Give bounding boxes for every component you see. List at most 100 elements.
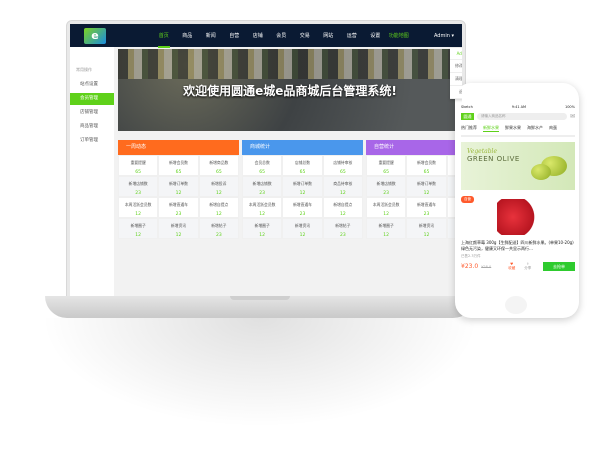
stat-cell[interactable]: 新增订单数 12 — [406, 176, 447, 197]
stat-cell[interactable]: 新增圈子 12 — [242, 218, 283, 239]
stat-label: 新增资讯 — [170, 223, 187, 228]
stat-cell[interactable]: 店铺待审核 65 — [322, 155, 363, 176]
stat-cell[interactable]: 店铺总数 65 — [282, 155, 323, 176]
nav-item[interactable]: 运营 — [340, 32, 364, 39]
promo-banner[interactable]: Vegetable GREEN OLIVE — [461, 142, 575, 190]
stat-label: 新增直通车 — [169, 202, 188, 207]
stat-cell[interactable]: 重要提醒 65 — [118, 155, 159, 176]
stat-value: 12 — [215, 191, 222, 196]
stat-cell[interactable]: 新增帖子 23 — [198, 218, 239, 239]
stat-cell[interactable]: 新增会员数 65 — [158, 155, 199, 176]
stat-value: 23 — [215, 233, 222, 238]
category-tab[interactable]: 新鲜水果 — [483, 125, 499, 132]
stat-value: 65 — [135, 170, 142, 175]
stat-label: 商品待审核 — [333, 181, 353, 186]
dropdown-item[interactable]: 清理缓存 — [450, 73, 462, 86]
admin-menu[interactable]: Admin ▾ — [434, 33, 454, 39]
share-label: 分享 — [524, 266, 532, 270]
category-tab[interactable]: 热门推荐 — [461, 125, 477, 132]
card-title: 自营统计 — [366, 140, 462, 155]
buy-button[interactable]: 去抢单 — [543, 262, 575, 271]
stat-label: 重要提醒 — [378, 160, 394, 165]
stat-label: 新增店铺数 — [252, 181, 272, 186]
sidebar-item[interactable]: 订单管理 — [70, 135, 114, 147]
search-input[interactable]: 请输入商品名称 — [477, 113, 567, 120]
clock: 9:41 AM — [511, 105, 527, 109]
category-tab[interactable]: 鲜果水果 — [505, 125, 521, 132]
stats-cards: 一周动态 重要提醒 65 新增会员数 65 新增商品数 65 新增店铺数 23 新增订单数 12 新增… — [118, 140, 462, 239]
stat-cell[interactable]: 新增资讯 12 — [282, 218, 323, 239]
stat-cell[interactable]: 本周活跃会员数 12 — [118, 197, 159, 218]
nav-item[interactable]: 商品 — [176, 32, 200, 39]
stat-cell[interactable]: 新增订单数 12 — [158, 176, 199, 197]
stat-cell[interactable]: 新增资讯 12 — [158, 218, 199, 239]
dropdown-item[interactable]: Admin — [450, 48, 462, 60]
stat-cell[interactable]: 重要提醒 65 — [366, 155, 407, 176]
self-operated-badge: 自营 — [461, 196, 474, 203]
nav-item[interactable]: 首页 — [152, 32, 176, 48]
category-tab[interactable]: 海鲜水产 — [527, 125, 543, 132]
category-tab[interactable]: 肉蛋 — [549, 125, 557, 132]
stat-label: 新增自提点 — [209, 202, 229, 207]
stat-value: 65 — [383, 170, 390, 175]
sidebar-item[interactable]: 会员管理 — [70, 93, 114, 105]
welcome-banner: 欢迎使用圆通e城e品商城后台管理系统! — [118, 49, 462, 131]
stat-cell[interactable]: 本周活跃会员数 12 — [366, 197, 407, 218]
nav-item-function-map[interactable]: 功能地图 — [387, 32, 411, 39]
stat-cell[interactable]: 新增店铺数 23 — [366, 176, 407, 197]
stat-label: 新增直通车 — [293, 202, 312, 207]
stat-cell[interactable]: 新增直通车 23 — [282, 197, 323, 218]
nav-item[interactable]: 交易 — [293, 32, 317, 39]
strawberry-image — [497, 199, 537, 235]
stat-value: 12 — [423, 233, 430, 238]
stat-cell[interactable]: 新增订单数 12 — [282, 176, 323, 197]
stat-cell[interactable]: 商品待审核 12 — [322, 176, 363, 197]
stat-cell[interactable]: 新增店铺数 23 — [118, 176, 159, 197]
stat-cell[interactable]: 新增店铺数 23 — [242, 176, 283, 197]
stat-cell[interactable]: 新增自提点 12 — [198, 197, 239, 218]
dropdown-item[interactable]: 退出 — [450, 86, 462, 99]
nav-item[interactable]: 会员 — [270, 32, 294, 39]
category-tabs: 热门推荐 新鲜水果 鲜果水果 海鲜水产 肉蛋 — [461, 125, 575, 137]
sidebar-item[interactable]: 站点设置 — [70, 79, 114, 91]
sidebar-item[interactable]: 商品管理 — [70, 121, 114, 133]
stat-cell[interactable]: 新增自提点 12 — [322, 197, 363, 218]
stat-cell[interactable]: 新增帖子 23 — [322, 218, 363, 239]
stat-cell[interactable]: 本周活跃会员数 12 — [242, 197, 283, 218]
stat-cell[interactable]: 新增商品数 65 — [198, 155, 239, 176]
home-button — [505, 296, 527, 314]
stat-value: 65 — [423, 170, 430, 175]
banner-script: Vegetable — [467, 148, 498, 155]
stat-cell[interactable]: 新增圈子 12 — [118, 218, 159, 239]
stat-cell[interactable]: 新增资讯 12 — [406, 218, 447, 239]
share-button[interactable]: ⇪ 分享 — [524, 262, 531, 271]
battery: 100% — [564, 105, 575, 109]
stat-value: 12 — [135, 212, 142, 217]
stat-value: 12 — [135, 233, 142, 238]
stat-cell[interactable]: 新增会员数 65 — [406, 155, 447, 176]
stat-cell[interactable]: 新增直通车 23 — [406, 197, 447, 218]
stat-label: 本周活跃会员数 — [248, 202, 276, 207]
nav-item[interactable]: 新闻 — [199, 32, 223, 39]
stat-cell[interactable]: 新增投诉 12 — [198, 176, 239, 197]
nav-item[interactable]: 店铺 — [246, 32, 270, 39]
stat-cell[interactable]: 新增直通车 23 — [158, 197, 199, 218]
sidebar-item[interactable]: 店铺管理 — [70, 107, 114, 119]
message-icon[interactable]: ✉ — [570, 113, 575, 120]
laptop-frame: e 首页商品新闻自营店铺会员交易网站运营设置功能地图 Admin ▾ Admin… — [66, 20, 466, 298]
status-bar: Sketch 9:41 AM 100% — [461, 105, 575, 109]
favorite-button[interactable]: ♥ 收藏 — [508, 262, 515, 271]
price: ¥23.0 — [461, 263, 479, 270]
stat-label: 新增圈子 — [378, 223, 394, 228]
stat-cell[interactable]: 新增圈子 12 — [366, 218, 407, 239]
stat-label: 会员总数 — [254, 160, 270, 165]
nav-item[interactable]: 网站 — [317, 32, 341, 39]
stat-cell[interactable]: 会员总数 65 — [242, 155, 283, 176]
dropdown-item[interactable]: 修改密码 — [450, 60, 462, 73]
product-card[interactable]: 自营 上海红颜草莓 300g【生鲜配送】四川新鲜水果。(单果10-20g) 绿色… — [461, 196, 575, 286]
nav-item[interactable]: 自营 — [223, 32, 247, 39]
nav-item[interactable]: 设置 — [364, 32, 388, 39]
stat-value: 23 — [299, 212, 306, 217]
stat-value: 23 — [339, 233, 346, 238]
logo: e — [84, 27, 106, 44]
